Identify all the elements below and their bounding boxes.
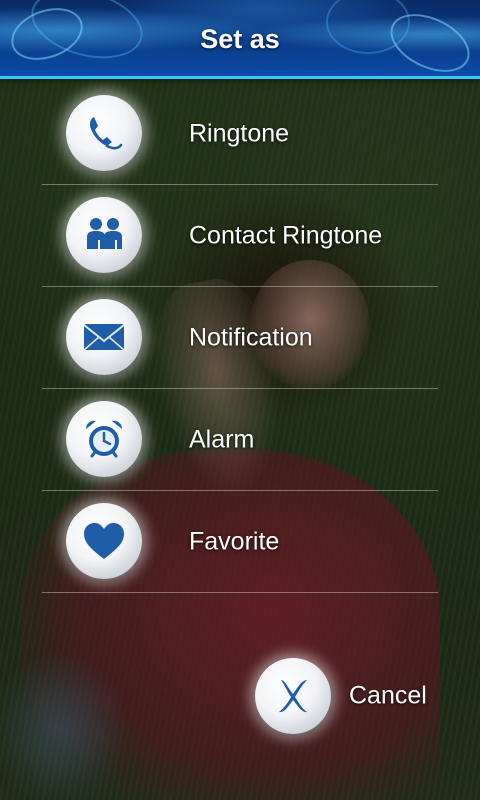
menu-item-label: Alarm	[189, 425, 255, 454]
cancel-button[interactable]: Cancel	[255, 658, 455, 734]
cancel-label: Cancel	[349, 681, 427, 710]
menu-item-label: Ringtone	[189, 119, 290, 148]
menu-item-label: Favorite	[189, 527, 280, 556]
contacts-icon	[66, 197, 142, 273]
menu-item-label: Notification	[189, 323, 313, 352]
menu-item-favorite[interactable]: Favorite	[0, 491, 480, 593]
page-title: Set as	[200, 24, 280, 54]
envelope-icon	[66, 299, 142, 375]
menu-item-notification[interactable]: Notification	[0, 287, 480, 389]
menu-item-ringtone[interactable]: Ringtone	[0, 83, 480, 185]
set-as-menu: Ringtone Contact Ringtone Notification A…	[0, 83, 480, 593]
phone-icon	[66, 95, 142, 171]
menu-item-label: Contact Ringtone	[189, 221, 383, 250]
header-bar: Set as	[0, 0, 480, 84]
divider	[42, 592, 438, 593]
x-icon	[255, 658, 331, 734]
heart-icon	[66, 503, 142, 579]
menu-item-contact-ringtone[interactable]: Contact Ringtone	[0, 185, 480, 287]
alarm-clock-icon	[66, 401, 142, 477]
menu-item-alarm[interactable]: Alarm	[0, 389, 480, 491]
